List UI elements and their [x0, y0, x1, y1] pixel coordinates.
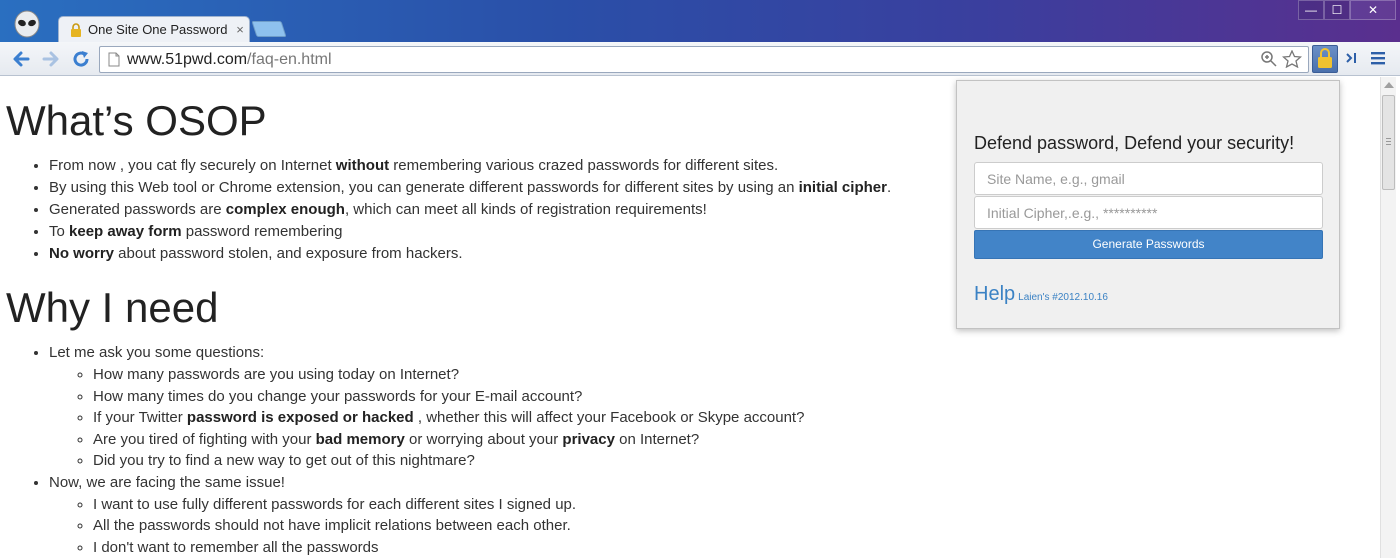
close-window-button[interactable]: ✕: [1350, 0, 1396, 20]
help-row: Help Laien's #2012.10.16: [974, 283, 1108, 306]
address-bar[interactable]: www.51pwd.com/faq-en.html: [99, 46, 1309, 73]
lock-icon: [71, 22, 81, 37]
list-item: Did you try to find a new way to get out…: [93, 450, 1380, 472]
site-name-input[interactable]: [974, 162, 1323, 195]
help-link[interactable]: Help: [974, 283, 1015, 305]
url-path: /faq-en.html: [247, 50, 332, 68]
version-label: Laien's #2012.10.16: [1018, 292, 1108, 303]
list-item: I want to use fully different passwords …: [93, 494, 1380, 516]
list-item: How many times do you change your passwo…: [93, 386, 1380, 408]
tab-close-icon[interactable]: ×: [231, 22, 249, 37]
maximize-button[interactable]: ☐: [1324, 0, 1350, 20]
questions-list: How many passwords are you using today o…: [93, 364, 1380, 472]
list-item: How many passwords are you using today o…: [93, 364, 1380, 386]
list-item: Now, we are facing the same issue! I wan…: [49, 472, 1380, 559]
scroll-up-arrow-icon[interactable]: [1384, 82, 1394, 88]
back-arrow-icon[interactable]: [10, 48, 32, 70]
window-controls: — ☐ ✕: [1298, 0, 1396, 20]
list-item: All the passwords should not have implic…: [93, 515, 1380, 537]
why-list: Let me ask you some questions: How many …: [49, 342, 1380, 558]
initial-cipher-input[interactable]: [974, 196, 1323, 229]
alien-avatar-icon[interactable]: [12, 8, 42, 38]
popup-heading: Defend password, Defend your security!: [974, 133, 1295, 153]
osop-extension-button[interactable]: [1312, 45, 1338, 73]
menu-icon[interactable]: [1370, 50, 1386, 66]
browser-toolbar: www.51pwd.com/faq-en.html: [0, 42, 1400, 76]
list-item: Let me ask you some questions: How many …: [49, 342, 1380, 472]
osop-extension-popup: Defend password, Defend your security! G…: [956, 80, 1340, 329]
forward-arrow-icon[interactable]: [40, 48, 62, 70]
tab-title: One Site One Password: [88, 22, 228, 37]
window-titlebar: One Site One Password × — ☐ ✕: [0, 0, 1400, 42]
browser-tab[interactable]: One Site One Password ×: [58, 16, 250, 42]
bookmark-star-icon[interactable]: [1282, 50, 1302, 68]
list-item: Are you tired of fighting with your bad …: [93, 429, 1380, 451]
url-host: www.51pwd.com: [127, 50, 248, 68]
vertical-scrollbar[interactable]: [1380, 77, 1396, 558]
new-tab-button[interactable]: [251, 21, 287, 37]
extension-lock-icon: [1318, 48, 1332, 68]
list-item: I don't want to remember all the passwor…: [93, 537, 1380, 559]
issues-list: I want to use fully different passwords …: [93, 494, 1380, 559]
minimize-button[interactable]: —: [1298, 0, 1324, 20]
scrollbar-thumb[interactable]: [1382, 95, 1395, 190]
page-icon: [108, 52, 120, 67]
extensions-overflow-icon[interactable]: [1344, 50, 1360, 66]
reload-icon[interactable]: [70, 48, 92, 70]
generate-passwords-button[interactable]: Generate Passwords: [974, 230, 1323, 259]
list-item: If your Twitter password is exposed or h…: [93, 407, 1380, 429]
zoom-icon[interactable]: [1260, 50, 1278, 68]
